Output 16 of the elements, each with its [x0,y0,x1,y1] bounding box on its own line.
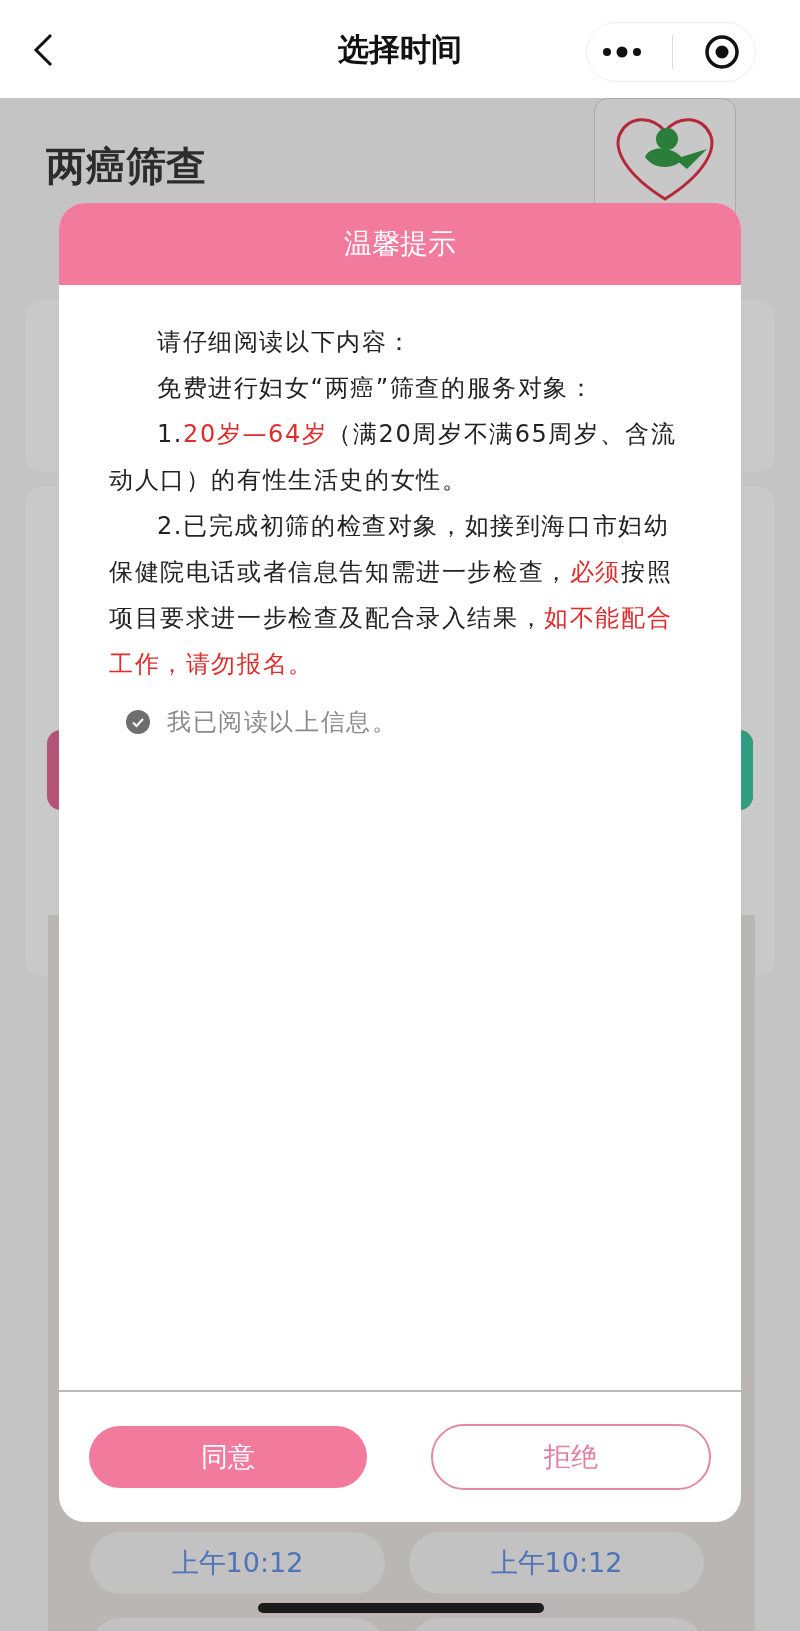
more-icon[interactable] [602,46,643,58]
paragraph: 1.20岁—64岁（满20周岁不满65周岁、含流动人口）的有性生活史的女性。 [109,419,678,496]
checkbox[interactable] [125,709,151,735]
close-icon[interactable] [703,34,740,70]
agree-button[interactable]: 同意 [89,1426,367,1488]
checkbox-label: 我已阅读以上信息。 [167,707,398,738]
back-icon[interactable] [32,33,54,67]
time-slot-button[interactable]: 上午10:12 [90,1532,385,1594]
paragraph: 免费进行妇女“两癌”筛查的服务对象： [156,373,596,404]
paragraph: 2.已完成初筛的检查对象，如接到海口市妇幼保健院电话或者信息告知需进一步检查，必须按照项目要求进一步检查及配合录入结果，如不能配合工作，请勿报名。 [109,511,674,680]
time-slot-button[interactable]: 上午10:12 [409,1532,704,1594]
dialog-title: 温馨提示 [59,203,741,285]
heading: 两癌筛查 [46,142,206,191]
page-title: 选择时间 [338,29,462,69]
decline-button[interactable]: 拒绝 [431,1424,711,1490]
paragraph: 请仔细阅读以下内容： [156,327,414,358]
